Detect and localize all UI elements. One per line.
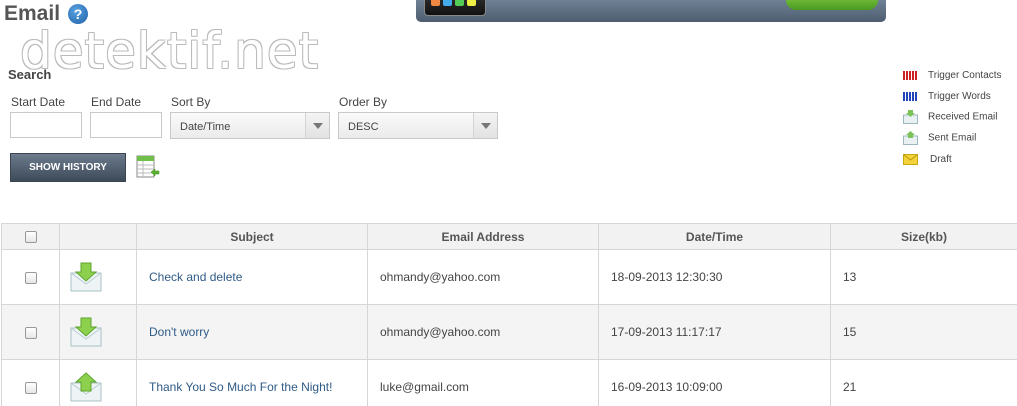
search-heading: Search xyxy=(8,67,52,82)
row-size: 15 xyxy=(830,304,1017,360)
icon-column-header xyxy=(59,223,137,250)
row-subject[interactable]: Don't worry xyxy=(136,304,368,360)
row-subject[interactable]: Check and delete xyxy=(136,249,368,305)
help-icon[interactable]: ? xyxy=(68,4,88,24)
received-email-icon xyxy=(70,317,102,347)
select-all-cell xyxy=(1,223,60,250)
chevron-down-icon[interactable] xyxy=(473,113,497,138)
legend-trigger-words: Trigger Words xyxy=(903,91,991,102)
legend-sent-email: Sent Email xyxy=(903,131,976,145)
sent-email-icon xyxy=(70,372,102,402)
red-bars-icon xyxy=(903,70,918,80)
row-subject[interactable]: Thank You So Much For the Night! xyxy=(136,359,368,406)
end-date-label: End Date xyxy=(91,95,142,109)
start-date-input[interactable] xyxy=(10,112,82,138)
watermark: detektif.net xyxy=(20,22,320,80)
legend-draft: Draft xyxy=(903,154,952,165)
size-column-header[interactable]: Size(kb) xyxy=(830,223,1017,250)
order-by-value: DESC xyxy=(348,121,379,133)
email-table: Subject Email Address Date/Time Size(kb)… xyxy=(1,223,1017,406)
promo-banner[interactable] xyxy=(416,0,886,22)
draft-email-icon xyxy=(903,154,918,165)
row-email: luke@gmail.com xyxy=(367,359,599,406)
row-email: ohmandy@yahoo.com xyxy=(367,249,599,305)
legend-trigger-contacts: Trigger Contacts xyxy=(903,70,1002,81)
legend-received-email: Received Email xyxy=(903,110,997,124)
end-date-input[interactable] xyxy=(90,112,162,138)
email-column-header[interactable]: Email Address xyxy=(367,223,599,250)
select-all-checkbox[interactable] xyxy=(24,231,37,244)
table-header-row: Subject Email Address Date/Time Size(kb) xyxy=(1,223,1017,250)
row-check-cell xyxy=(1,249,60,305)
export-spreadsheet-icon[interactable] xyxy=(136,155,160,183)
order-by-label: Order By xyxy=(339,95,388,109)
row-checkbox[interactable] xyxy=(24,271,37,284)
table-row[interactable]: Thank You So Much For the Night! luke@gm… xyxy=(1,359,1017,406)
show-history-button[interactable]: SHOW HISTORY xyxy=(10,153,126,182)
order-by-select[interactable]: DESC xyxy=(338,112,498,139)
row-size: 21 xyxy=(830,359,1017,406)
received-email-icon xyxy=(903,110,918,124)
subject-column-header[interactable]: Subject xyxy=(136,223,368,250)
blue-bars-icon xyxy=(903,91,918,101)
row-check-cell xyxy=(1,304,60,360)
start-date-label: Start Date xyxy=(11,95,66,109)
row-icon-cell xyxy=(59,304,137,360)
row-email: ohmandy@yahoo.com xyxy=(367,304,599,360)
row-datetime: 16-09-2013 10:09:00 xyxy=(598,359,831,406)
received-email-icon xyxy=(70,262,102,292)
row-datetime: 18-09-2013 12:30:30 xyxy=(598,249,831,305)
chevron-down-icon[interactable] xyxy=(305,113,329,138)
row-check-cell xyxy=(1,359,60,406)
row-checkbox[interactable] xyxy=(24,326,37,339)
sort-by-select[interactable]: Date/Time xyxy=(170,112,330,139)
sort-by-label: Sort By xyxy=(171,95,211,109)
row-icon-cell xyxy=(59,249,137,305)
row-icon-cell xyxy=(59,359,137,406)
datetime-column-header[interactable]: Date/Time xyxy=(598,223,831,250)
row-checkbox[interactable] xyxy=(24,381,37,394)
table-row[interactable]: Check and delete ohmandy@yahoo.com 18-09… xyxy=(1,249,1017,305)
sort-by-value: Date/Time xyxy=(180,121,231,133)
banner-cta-button[interactable] xyxy=(786,0,878,10)
row-size: 13 xyxy=(830,249,1017,305)
row-datetime: 17-09-2013 11:17:17 xyxy=(598,304,831,360)
phone-image-icon xyxy=(424,0,486,16)
sent-email-icon xyxy=(903,131,918,145)
table-row[interactable]: Don't worry ohmandy@yahoo.com 17-09-2013… xyxy=(1,304,1017,360)
